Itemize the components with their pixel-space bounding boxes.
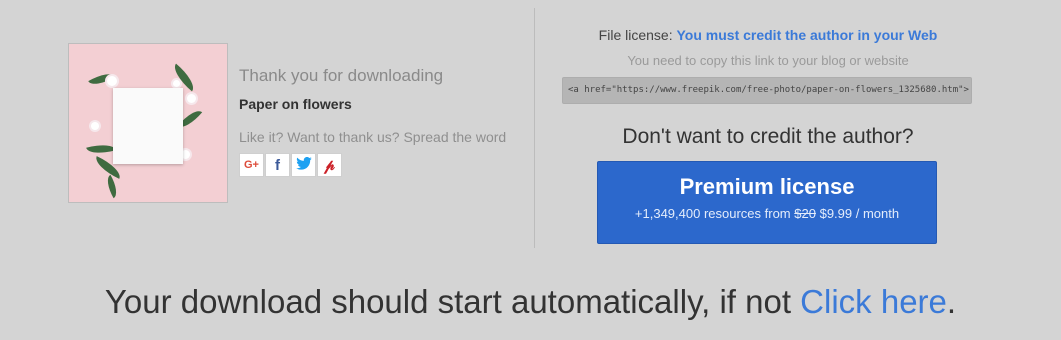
google-plus-share-button[interactable]: G+ (239, 153, 264, 177)
premium-license-button[interactable]: Premium license +1,349,400 resources fro… (597, 161, 937, 244)
thanks-title: Thank you for downloading (239, 66, 444, 85)
download-period: . (946, 283, 957, 320)
click-here-link[interactable]: Click here (800, 283, 947, 320)
vertical-divider (534, 8, 535, 248)
facebook-share-button[interactable]: f (265, 153, 290, 177)
premium-resources-count: +1,349,400 resources from (634, 206, 791, 221)
file-license-line: File license: You must credit the author… (552, 27, 984, 43)
premium-license-title: Premium license (679, 174, 855, 199)
google-plus-icon: G+ (244, 159, 259, 171)
twitter-icon (295, 156, 312, 173)
facebook-icon: f (275, 156, 280, 174)
pinterest-share-button[interactable]: 𝓅 (317, 153, 342, 177)
no-credit-question: Don't want to credit the author? (622, 125, 914, 148)
social-share-bar: G+ f 𝓅 (239, 153, 343, 177)
download-message: Your download should start automatically… (0, 283, 1061, 321)
spread-the-word-text: Like it? Want to thank us? Spread the wo… (239, 129, 507, 145)
file-license-label: File license: (598, 27, 673, 43)
paper-sheet (113, 88, 183, 164)
premium-old-price: $20 (794, 206, 816, 221)
premium-new-price: $9.99 / month (819, 206, 900, 221)
pinterest-icon: 𝓅 (324, 156, 335, 174)
premium-pricing-text: +1,349,400 resources from $20 $9.99 / mo… (598, 206, 936, 221)
copy-link-hint: You need to copy this link to your blog … (627, 53, 909, 68)
resource-name: Paper on flowers (239, 96, 352, 112)
file-license-value[interactable]: You must credit the author in your Web (676, 27, 937, 43)
download-auto-text: Your download should start automatically… (104, 283, 791, 320)
twitter-share-button[interactable] (291, 153, 316, 177)
attribution-code-field[interactable]: <a href="https://www.freepik.com/free-ph… (562, 77, 972, 104)
resource-thumbnail (68, 43, 228, 203)
